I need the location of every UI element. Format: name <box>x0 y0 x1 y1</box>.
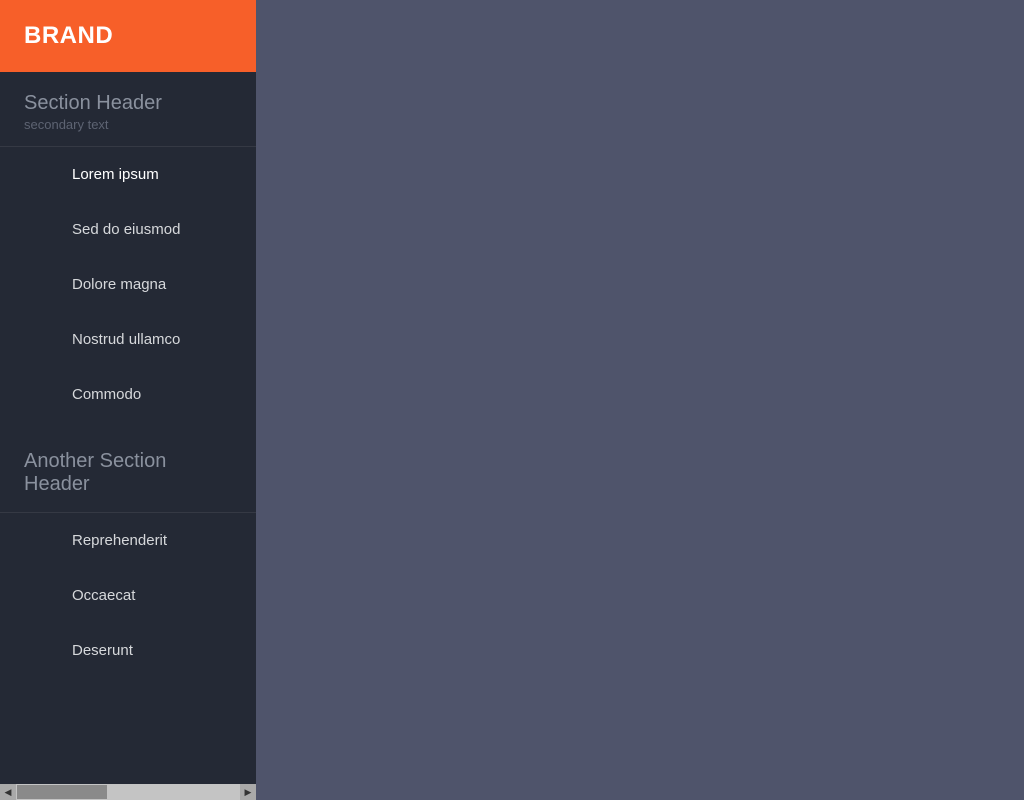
brand-label: BRAND <box>24 22 113 50</box>
nav-item-commodo[interactable]: Commodo <box>0 367 256 422</box>
section-header-title: Another Section Header <box>24 450 232 496</box>
scrollbar-right-arrow-icon[interactable]: ▶ <box>240 784 256 800</box>
main-content <box>256 0 1024 800</box>
nav-list-1: Reprehenderit Occaecat Deserunt <box>0 513 256 686</box>
nav-item-deserunt[interactable]: Deserunt <box>0 623 256 678</box>
nav-item-reprehenderit[interactable]: Reprehenderit <box>0 513 256 568</box>
nav-item-label: Dolore magna <box>0 257 256 312</box>
nav-item-sed-do-eiusmod[interactable]: Sed do eiusmod <box>0 202 256 257</box>
sidebar: BRAND Section Header secondary text Lore… <box>0 0 256 800</box>
nav-list-0: Lorem ipsum Sed do eiusmod Dolore magna … <box>0 147 256 430</box>
brand-banner[interactable]: BRAND <box>0 0 256 72</box>
nav-item-label: Commodo <box>0 367 256 422</box>
section-header-secondary: secondary text <box>24 117 232 132</box>
section-header-title: Section Header <box>24 92 232 115</box>
nav-item-occaecat[interactable]: Occaecat <box>0 568 256 623</box>
scrollbar-thumb[interactable] <box>17 785 107 799</box>
nav-item-label: Nostrud ullamco <box>0 312 256 367</box>
nav-item-label: Occaecat <box>0 568 256 623</box>
section-header-0: Section Header secondary text <box>0 72 256 147</box>
nav-item-lorem-ipsum[interactable]: Lorem ipsum <box>0 147 256 202</box>
nav-item-label: Lorem ipsum <box>0 147 256 202</box>
nav-item-label: Deserunt <box>0 623 256 678</box>
nav-item-nostrud-ullamco[interactable]: Nostrud ullamco <box>0 312 256 367</box>
horizontal-scrollbar[interactable]: ◀ ▶ <box>0 784 256 800</box>
nav-item-dolore-magna[interactable]: Dolore magna <box>0 257 256 312</box>
scrollbar-left-arrow-icon[interactable]: ◀ <box>0 784 16 800</box>
nav-item-label: Reprehenderit <box>0 513 256 568</box>
section-header-1: Another Section Header <box>0 430 256 513</box>
nav-item-label: Sed do eiusmod <box>0 202 256 257</box>
